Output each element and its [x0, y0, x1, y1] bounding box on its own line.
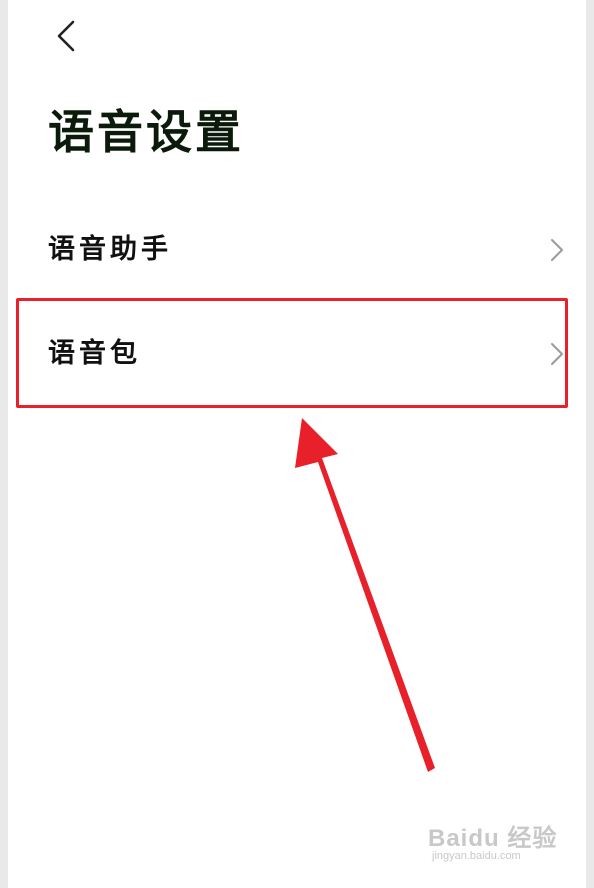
list-item-voice-assistant[interactable]: 语音助手 — [16, 200, 594, 300]
list-item-label: 语音包 — [48, 338, 141, 369]
watermark: Baidu 经验 jingyan.baidu.com — [428, 818, 568, 868]
list-item-label: 语音助手 — [48, 234, 172, 265]
page-title: 语音设置 — [48, 105, 244, 159]
list-item-voice-pack[interactable]: 语音包 — [16, 304, 594, 404]
screen-frame: 语音设置 语音助手 语音包 — [0, 0, 594, 888]
watermark-url: jingyan.baidu.com — [432, 850, 521, 862]
watermark-text: Baidu 经验 — [428, 825, 558, 852]
chevron-right-icon — [551, 343, 563, 365]
chevron-left-icon — [57, 20, 75, 52]
chevron-right-icon — [551, 239, 563, 261]
back-button[interactable] — [48, 16, 84, 56]
